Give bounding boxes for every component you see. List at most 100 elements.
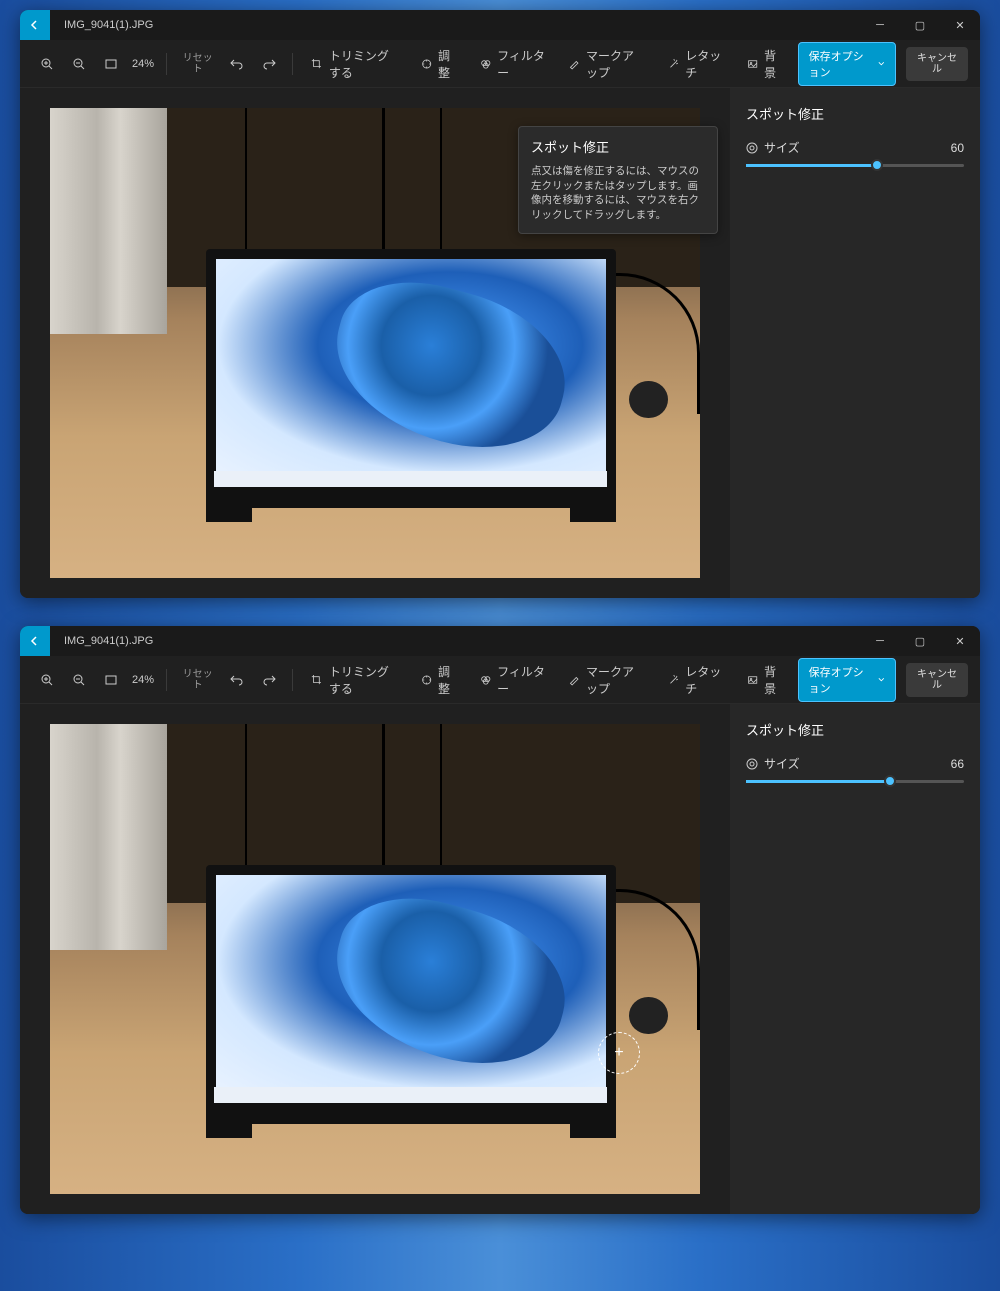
tab-filter[interactable]: フィルター bbox=[470, 41, 557, 87]
size-slider[interactable] bbox=[746, 780, 964, 783]
spot-fix-cursor[interactable]: + bbox=[598, 1032, 640, 1074]
edited-photo[interactable]: + bbox=[50, 724, 700, 1194]
tooltip-title: スポット修正 bbox=[531, 137, 705, 156]
size-slider-row: サイズ 66 bbox=[746, 755, 964, 772]
back-button[interactable] bbox=[20, 10, 50, 40]
arrow-left-icon bbox=[29, 635, 41, 647]
maximize-button[interactable]: ▢ bbox=[900, 626, 940, 656]
undo-button[interactable] bbox=[222, 51, 252, 77]
window-controls: ─ ▢ ✕ bbox=[860, 626, 980, 656]
undo-icon bbox=[230, 673, 244, 687]
zoom-percent: 24% bbox=[128, 58, 158, 70]
canvas-area[interactable]: スポット修正 点又は傷を修正するには、マウスの左クリックまたはタップします。画像… bbox=[20, 88, 730, 598]
cancel-button[interactable]: キャンセル bbox=[906, 663, 968, 697]
maximize-button[interactable]: ▢ bbox=[900, 10, 940, 40]
cancel-button[interactable]: キャンセル bbox=[906, 47, 968, 81]
panel-title: スポット修正 bbox=[746, 720, 964, 739]
undo-icon bbox=[230, 57, 244, 71]
markup-icon bbox=[568, 673, 580, 687]
zoom-in-button[interactable] bbox=[32, 51, 62, 77]
arrow-left-icon bbox=[29, 19, 41, 31]
toolbar: 24% リセット トリミングする 調整 フィルター マークアップ レタッチ 背景… bbox=[20, 40, 980, 88]
separator bbox=[292, 53, 293, 75]
size-label: サイズ bbox=[764, 139, 800, 156]
tab-filter[interactable]: フィルター bbox=[470, 657, 557, 703]
zoom-out-icon bbox=[72, 673, 86, 687]
retouch-icon bbox=[668, 57, 680, 71]
background-icon bbox=[747, 57, 758, 71]
filter-icon bbox=[480, 673, 492, 687]
minimize-button[interactable]: ─ bbox=[860, 626, 900, 656]
zoom-out-icon bbox=[72, 57, 86, 71]
fit-icon bbox=[104, 673, 118, 687]
markup-icon bbox=[568, 57, 580, 71]
tab-crop[interactable]: トリミングする bbox=[301, 41, 408, 87]
size-value: 66 bbox=[951, 757, 964, 771]
workspace: + スポット修正 サイズ 66 bbox=[20, 704, 980, 1214]
size-slider-row: サイズ 60 bbox=[746, 139, 964, 156]
reset-button[interactable]: リセット bbox=[175, 49, 221, 79]
window-title: IMG_9041(1).JPG bbox=[50, 19, 860, 31]
tooltip-body: 点又は傷を修正するには、マウスの左クリックまたはタップします。画像内を移動するに… bbox=[531, 164, 705, 223]
reset-button[interactable]: リセット bbox=[175, 665, 221, 695]
retouch-panel: スポット修正 サイズ 66 bbox=[730, 704, 980, 1214]
window-controls: ─ ▢ ✕ bbox=[860, 10, 980, 40]
redo-button[interactable] bbox=[254, 51, 284, 77]
slider-thumb[interactable] bbox=[884, 775, 896, 787]
target-icon bbox=[746, 758, 758, 770]
slider-thumb[interactable] bbox=[871, 159, 883, 171]
zoom-out-button[interactable] bbox=[64, 667, 94, 693]
target-icon bbox=[746, 142, 758, 154]
canvas-area[interactable]: + bbox=[20, 704, 730, 1214]
photos-editor-window-1: IMG_9041(1).JPG ─ ▢ ✕ 24% リセット トリミングする 調… bbox=[20, 10, 980, 598]
fit-icon bbox=[104, 57, 118, 71]
tab-markup[interactable]: マークアップ bbox=[558, 41, 655, 87]
close-button[interactable]: ✕ bbox=[940, 10, 980, 40]
tab-crop[interactable]: トリミングする bbox=[301, 657, 408, 703]
crop-icon bbox=[311, 673, 323, 687]
separator bbox=[292, 669, 293, 691]
zoom-out-button[interactable] bbox=[64, 51, 94, 77]
window-title: IMG_9041(1).JPG bbox=[50, 635, 860, 647]
save-options-button[interactable]: 保存オプション bbox=[798, 658, 896, 702]
photos-editor-window-2: IMG_9041(1).JPG ─ ▢ ✕ 24% リセット トリミングする 調… bbox=[20, 626, 980, 1214]
tab-adjust[interactable]: 調整 bbox=[411, 657, 468, 703]
adjust-icon bbox=[421, 673, 432, 687]
retouch-tooltip: スポット修正 点又は傷を修正するには、マウスの左クリックまたはタップします。画像… bbox=[518, 126, 718, 234]
tab-retouch[interactable]: レタッチ bbox=[658, 657, 735, 703]
retouch-panel: スポット修正 サイズ 60 bbox=[730, 88, 980, 598]
zoom-in-icon bbox=[40, 673, 54, 687]
redo-button[interactable] bbox=[254, 667, 284, 693]
fit-button[interactable] bbox=[96, 667, 126, 693]
tab-background[interactable]: 背景 bbox=[737, 657, 794, 703]
separator bbox=[166, 669, 167, 691]
tab-background[interactable]: 背景 bbox=[737, 41, 794, 87]
workspace: スポット修正 点又は傷を修正するには、マウスの左クリックまたはタップします。画像… bbox=[20, 88, 980, 598]
redo-icon bbox=[262, 57, 276, 71]
crop-icon bbox=[311, 57, 323, 71]
tab-adjust[interactable]: 調整 bbox=[411, 41, 468, 87]
titlebar: IMG_9041(1).JPG ─ ▢ ✕ bbox=[20, 10, 980, 40]
minimize-button[interactable]: ─ bbox=[860, 10, 900, 40]
toolbar: 24% リセット トリミングする 調整 フィルター マークアップ レタッチ 背景… bbox=[20, 656, 980, 704]
close-button[interactable]: ✕ bbox=[940, 626, 980, 656]
size-slider[interactable] bbox=[746, 164, 964, 167]
background-icon bbox=[747, 673, 758, 687]
back-button[interactable] bbox=[20, 626, 50, 656]
tab-retouch[interactable]: レタッチ bbox=[658, 41, 735, 87]
save-options-button[interactable]: 保存オプション bbox=[798, 42, 896, 86]
filter-icon bbox=[480, 57, 492, 71]
zoom-in-button[interactable] bbox=[32, 667, 62, 693]
separator bbox=[166, 53, 167, 75]
size-value: 60 bbox=[951, 141, 964, 155]
fit-button[interactable] bbox=[96, 51, 126, 77]
tab-markup[interactable]: マークアップ bbox=[558, 657, 655, 703]
retouch-icon bbox=[668, 673, 680, 687]
undo-button[interactable] bbox=[222, 667, 252, 693]
zoom-percent: 24% bbox=[128, 674, 158, 686]
adjust-icon bbox=[421, 57, 432, 71]
chevron-down-icon bbox=[878, 60, 885, 68]
panel-title: スポット修正 bbox=[746, 104, 964, 123]
zoom-in-icon bbox=[40, 57, 54, 71]
size-label: サイズ bbox=[764, 755, 800, 772]
